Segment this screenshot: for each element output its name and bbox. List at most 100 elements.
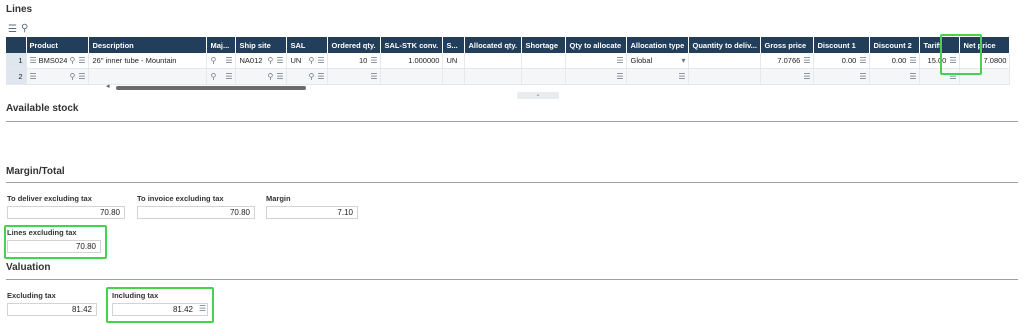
col-header-major[interactable]: Maj... <box>206 37 237 53</box>
search-icon[interactable]: ⚲ <box>308 56 314 65</box>
col-header-shortage[interactable]: Shortage <box>521 37 567 53</box>
col-header-ordered-qty[interactable]: Ordered qty. <box>327 37 382 53</box>
qty-to-deliver-cell[interactable] <box>688 68 762 85</box>
allocation-type-cell[interactable]: ☰ <box>626 68 690 85</box>
col-header-allocated-qty[interactable]: Allocated qty. <box>464 37 523 53</box>
valuation-title: Valuation <box>6 262 51 273</box>
search-icon[interactable]: ⚲ <box>69 72 75 81</box>
list-icon[interactable]: ☰ <box>370 72 377 81</box>
list-icon[interactable]: ☰ <box>8 24 17 35</box>
list-icon[interactable]: ☰ <box>909 72 916 81</box>
col-header-sal[interactable]: SAL <box>286 37 329 53</box>
tariff-highlight <box>940 34 982 75</box>
list-icon[interactable]: ☰ <box>317 56 324 65</box>
description-cell[interactable]: 26" inner tube - Mountain <box>88 53 208 69</box>
row-number: 1 <box>6 53 27 69</box>
grid-header-row: Product Description Maj... Ship site SAL… <box>6 37 1011 53</box>
allocated-qty-cell[interactable] <box>464 53 523 69</box>
list-icon[interactable]: ☰ <box>616 56 623 65</box>
list-icon[interactable]: ☰ <box>803 72 810 81</box>
scroll-left-icon[interactable]: ◂ <box>106 82 110 90</box>
list-icon[interactable]: ☰ <box>803 56 810 65</box>
menu-icon[interactable]: ☰ <box>30 72 37 81</box>
col-header-qty-to-deliver[interactable]: Quantity to deliv... <box>688 37 762 53</box>
allocation-type-cell[interactable]: Global ▾ <box>626 53 690 69</box>
row-number: 2 <box>6 68 27 85</box>
incl-tax-highlight <box>106 287 214 323</box>
to-deliver-field[interactable]: 70.80 <box>7 206 125 219</box>
discount-2-cell[interactable]: ☰ <box>869 68 921 85</box>
list-icon[interactable]: ☰ <box>678 72 685 81</box>
list-icon[interactable]: ☰ <box>909 56 916 65</box>
shortage-cell[interactable] <box>521 53 567 69</box>
col-header-description[interactable]: Description <box>88 37 208 53</box>
search-icon[interactable]: ⚲ <box>308 72 314 81</box>
col-header-allocation-type[interactable]: Allocation type <box>626 37 690 53</box>
resize-grip[interactable]: ⌄ <box>517 92 559 99</box>
allocated-qty-cell[interactable] <box>464 68 523 85</box>
excl-tax-field[interactable]: 81.42 <box>7 303 97 316</box>
col-header-stk[interactable]: S... <box>442 37 466 53</box>
ordered-qty-cell[interactable]: 10 ☰ <box>327 53 382 69</box>
ship-site-cell[interactable]: NA012 ⚲ ☰ <box>235 53 288 69</box>
menu-icon[interactable]: ☰ <box>30 56 37 65</box>
margin-total-title: Margin/Total <box>6 166 65 177</box>
scroll-thumb[interactable] <box>116 86 306 90</box>
col-header-qty-to-allocate[interactable]: Qty to allocate <box>565 37 628 53</box>
col-header-gross-price[interactable]: Gross price <box>760 37 815 53</box>
stk-cell <box>442 68 466 85</box>
margin-field[interactable]: 7.10 <box>266 206 358 219</box>
list-icon[interactable]: ☰ <box>78 56 85 65</box>
product-cell[interactable]: ☰ ⚲ ☰ <box>26 68 90 85</box>
search-icon[interactable]: ⚲ <box>210 56 216 65</box>
list-icon[interactable]: ☰ <box>276 72 283 81</box>
ship-site-cell[interactable]: ⚲ ☰ <box>235 68 288 85</box>
chevron-down-icon[interactable]: ▾ <box>681 56 685 65</box>
horizontal-scrollbar[interactable]: ◂ <box>106 82 976 90</box>
to-deliver-label: To deliver excluding tax <box>7 194 92 203</box>
list-icon[interactable]: ☰ <box>859 72 866 81</box>
list-icon[interactable]: ☰ <box>859 56 866 65</box>
discount-1-cell[interactable]: ☰ <box>813 68 871 85</box>
product-cell[interactable]: ☰ BMS024 ⚲ ☰ <box>26 53 90 69</box>
qty-to-allocate-cell[interactable]: ☰ <box>565 53 628 69</box>
discount-1-cell[interactable]: 0.00 ☰ <box>813 53 871 69</box>
sal-stk-conv-cell[interactable] <box>380 68 444 85</box>
list-icon[interactable]: ☰ <box>616 72 623 81</box>
qty-to-deliver-cell[interactable] <box>688 53 762 69</box>
search-icon[interactable]: ⚲ <box>210 72 216 81</box>
list-icon[interactable]: ☰ <box>78 72 85 81</box>
qty-to-allocate-cell[interactable]: ☰ <box>565 68 628 85</box>
sal-cell[interactable]: UN ⚲ ☰ <box>286 53 329 69</box>
major-cell[interactable]: ⚲ ☰ <box>206 53 237 69</box>
sal-cell[interactable]: ⚲ ☰ <box>286 68 329 85</box>
table-row: 2 ☰ ⚲ ☰ ⚲ ☰ ⚲ ☰ ⚲ ☰ ☰ ☰ ☰ ☰ ☰ ☰ ☰ <box>6 68 1011 85</box>
margin-label: Margin <box>266 194 291 203</box>
col-header-sal-stk-conv[interactable]: SAL-STK conv. <box>380 37 444 53</box>
gross-price-cell[interactable]: ☰ <box>760 68 815 85</box>
list-icon[interactable]: ☰ <box>317 72 324 81</box>
col-header-discount-1[interactable]: Discount 1 <box>813 37 871 53</box>
col-header-discount-2[interactable]: Discount 2 <box>869 37 921 53</box>
sal-stk-conv-cell[interactable]: 1.000000 <box>380 53 444 69</box>
search-icon[interactable]: ⚲ <box>267 56 273 65</box>
ordered-qty-cell[interactable]: ☰ <box>327 68 382 85</box>
list-icon[interactable]: ☰ <box>276 56 283 65</box>
col-header-product[interactable]: Product <box>26 37 90 53</box>
search-icon[interactable]: ⚲ <box>21 23 28 34</box>
col-header-ship-site[interactable]: Ship site <box>235 37 288 53</box>
search-icon[interactable]: ⚲ <box>69 56 75 65</box>
lines-grid: Product Description Maj... Ship site SAL… <box>6 37 1011 85</box>
discount-2-cell[interactable]: 0.00 ☰ <box>869 53 921 69</box>
list-icon[interactable]: ☰ <box>370 56 377 65</box>
major-cell[interactable]: ⚲ ☰ <box>206 68 237 85</box>
to-invoice-label: To invoice excluding tax <box>137 194 224 203</box>
lines-excl-highlight <box>4 225 107 259</box>
search-icon[interactable]: ⚲ <box>267 72 273 81</box>
gross-price-cell[interactable]: 7.0766 ☰ <box>760 53 815 69</box>
shortage-cell[interactable] <box>521 68 567 85</box>
stk-cell: UN <box>442 53 466 69</box>
list-icon[interactable]: ☰ <box>225 56 232 65</box>
list-icon[interactable]: ☰ <box>225 72 232 81</box>
to-invoice-field[interactable]: 70.80 <box>137 206 255 219</box>
